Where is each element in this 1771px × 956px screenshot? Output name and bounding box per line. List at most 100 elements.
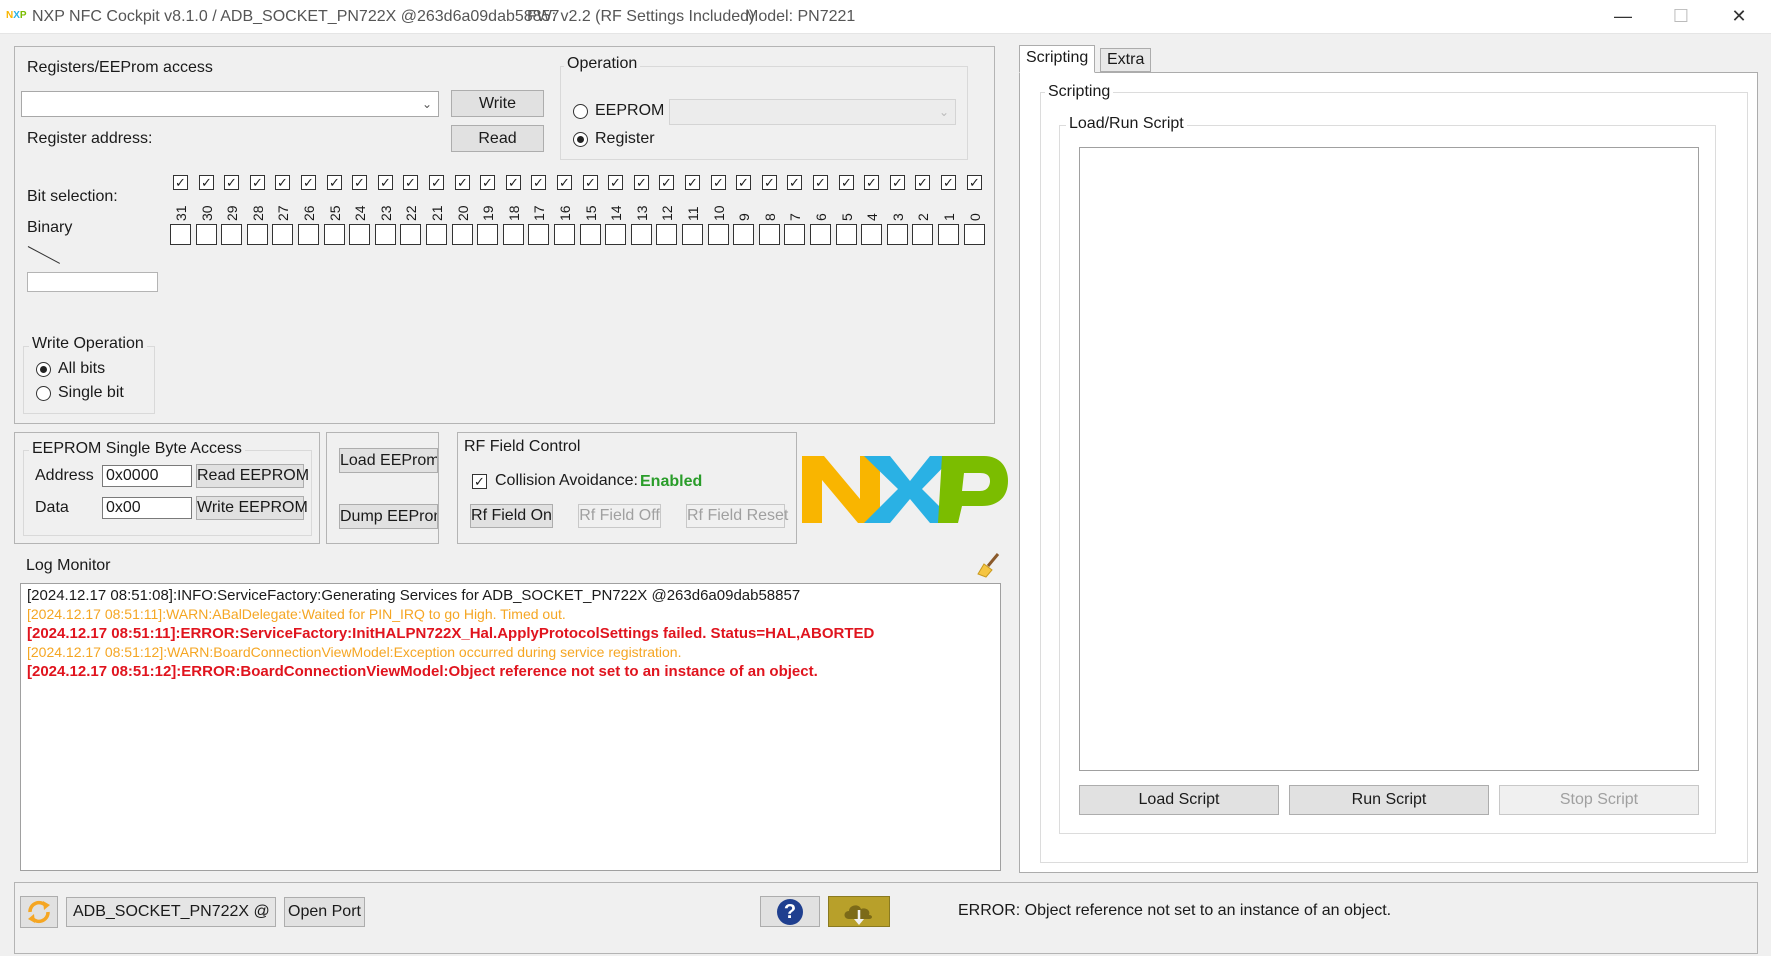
binary-bit-box[interactable]: [964, 224, 985, 245]
binary-bit-box[interactable]: [580, 224, 601, 245]
log-output[interactable]: [2024.12.17 08:51:08]:INFO:ServiceFactor…: [20, 583, 1001, 871]
tab-scripting[interactable]: Scripting: [1019, 45, 1096, 73]
rf-field-on-button[interactable]: Rf Field On: [470, 504, 553, 528]
bit-checkbox[interactable]: ✓: [480, 175, 495, 190]
bit-checkbox[interactable]: ✓: [813, 175, 828, 190]
binary-bit-box[interactable]: [733, 224, 754, 245]
write-button[interactable]: Write: [451, 90, 544, 117]
bit-checkbox[interactable]: ✓: [275, 175, 290, 190]
binary-bit-box[interactable]: [298, 224, 319, 245]
binary-bit-box[interactable]: [477, 224, 498, 245]
bit-checkbox[interactable]: ✓: [173, 175, 188, 190]
binary-bit-box[interactable]: [938, 224, 959, 245]
bit-checkbox[interactable]: ✓: [634, 175, 649, 190]
binary-bit-box[interactable]: [452, 224, 473, 245]
bit-checkbox[interactable]: ✓: [711, 175, 726, 190]
broom-icon[interactable]: [976, 552, 1002, 578]
dump-eeprom-button[interactable]: Dump EEProm: [339, 504, 438, 529]
open-port-button[interactable]: Open Port: [284, 897, 365, 927]
bit-checkbox[interactable]: ✓: [429, 175, 444, 190]
binary-bit-box[interactable]: [887, 224, 908, 245]
all-bits-radio[interactable]: [36, 362, 51, 377]
refresh-button[interactable]: [20, 896, 58, 928]
binary-bit-box[interactable]: [528, 224, 549, 245]
binary-bit-box[interactable]: [400, 224, 421, 245]
bit-checkbox[interactable]: ✓: [378, 175, 393, 190]
rf-field-reset-button[interactable]: Rf Field Reset: [686, 504, 788, 528]
binary-bit-box[interactable]: [170, 224, 191, 245]
register-radio[interactable]: [573, 132, 588, 147]
eeprom-address-field[interactable]: 0x0000: [102, 465, 192, 487]
binary-bit-box[interactable]: [631, 224, 652, 245]
binary-bit-box[interactable]: [682, 224, 703, 245]
binary-bit-box[interactable]: [861, 224, 882, 245]
bit-checkbox[interactable]: ✓: [839, 175, 854, 190]
close-button[interactable]: ✕: [1710, 0, 1768, 34]
load-script-button[interactable]: Load Script: [1079, 785, 1279, 815]
bit-checkbox[interactable]: ✓: [787, 175, 802, 190]
bit-checkbox[interactable]: ✓: [250, 175, 265, 190]
binary-bit-box[interactable]: [349, 224, 370, 245]
binary-bit-box[interactable]: [247, 224, 268, 245]
collision-avoidance-checkbox[interactable]: ✓: [472, 474, 487, 489]
bit-number-label: 14: [608, 205, 624, 221]
bit-checkbox[interactable]: ✓: [301, 175, 316, 190]
eeprom-data-field[interactable]: 0x00: [102, 497, 192, 519]
bit-checkbox[interactable]: ✓: [659, 175, 674, 190]
binary-bit-box[interactable]: [196, 224, 217, 245]
bit-checkbox[interactable]: ✓: [762, 175, 777, 190]
binary-bit-box[interactable]: [784, 224, 805, 245]
eeprom-radio[interactable]: [573, 104, 588, 119]
cloud-download-button[interactable]: [828, 896, 890, 927]
help-button[interactable]: ?: [760, 896, 820, 927]
minimize-button[interactable]: —: [1594, 0, 1652, 34]
bit-checkbox[interactable]: ✓: [890, 175, 905, 190]
binary-bit-box[interactable]: [605, 224, 626, 245]
bit-checkbox[interactable]: ✓: [864, 175, 879, 190]
binary-bit-box[interactable]: [375, 224, 396, 245]
binary-bit-box[interactable]: [656, 224, 677, 245]
run-script-button[interactable]: Run Script: [1289, 785, 1489, 815]
bit-checkbox[interactable]: ✓: [685, 175, 700, 190]
binary-bit-box[interactable]: [759, 224, 780, 245]
binary-bit-box[interactable]: [426, 224, 447, 245]
script-editor[interactable]: [1079, 147, 1699, 771]
bit-checkbox[interactable]: ✓: [352, 175, 367, 190]
bit-checkbox[interactable]: ✓: [583, 175, 598, 190]
port-select-combo[interactable]: ADB_SOCKET_PN722X @ ⌄: [66, 897, 276, 927]
stop-script-button[interactable]: Stop Script: [1499, 785, 1699, 815]
binary-bit-box[interactable]: [836, 224, 857, 245]
load-eeprom-button[interactable]: Load EEProm: [339, 448, 438, 473]
bit-checkbox[interactable]: ✓: [608, 175, 623, 190]
binary-bit-box[interactable]: [912, 224, 933, 245]
bit-checkbox[interactable]: ✓: [199, 175, 214, 190]
eeprom-select-combo[interactable]: ⌄: [669, 99, 956, 125]
bit-checkbox[interactable]: ✓: [224, 175, 239, 190]
write-eeprom-button[interactable]: Write EEPROM: [196, 496, 308, 520]
binary-bit-box[interactable]: [324, 224, 345, 245]
binary-bit-box[interactable]: [503, 224, 524, 245]
rf-field-off-button[interactable]: Rf Field Off: [578, 504, 661, 528]
bit-checkbox[interactable]: ✓: [557, 175, 572, 190]
read-button[interactable]: Read: [451, 125, 544, 152]
single-bit-radio[interactable]: [36, 386, 51, 401]
binary-value-field[interactable]: [27, 272, 158, 292]
tab-extra[interactable]: Extra: [1100, 48, 1152, 72]
bit-checkbox[interactable]: ✓: [327, 175, 342, 190]
register-address-combo[interactable]: ⌄: [21, 91, 439, 117]
bit-checkbox[interactable]: ✓: [455, 175, 470, 190]
bit-checkbox[interactable]: ✓: [506, 175, 521, 190]
binary-bit-box[interactable]: [708, 224, 729, 245]
bit-checkbox[interactable]: ✓: [967, 175, 982, 190]
read-eeprom-button[interactable]: Read EEPROM: [196, 464, 309, 488]
maximize-button[interactable]: ☐: [1652, 0, 1710, 34]
binary-bit-box[interactable]: [221, 224, 242, 245]
bit-checkbox[interactable]: ✓: [403, 175, 418, 190]
binary-bit-box[interactable]: [554, 224, 575, 245]
bit-checkbox[interactable]: ✓: [531, 175, 546, 190]
bit-checkbox[interactable]: ✓: [915, 175, 930, 190]
bit-checkbox[interactable]: ✓: [941, 175, 956, 190]
binary-bit-box[interactable]: [810, 224, 831, 245]
binary-bit-box[interactable]: [272, 224, 293, 245]
bit-checkbox[interactable]: ✓: [736, 175, 751, 190]
